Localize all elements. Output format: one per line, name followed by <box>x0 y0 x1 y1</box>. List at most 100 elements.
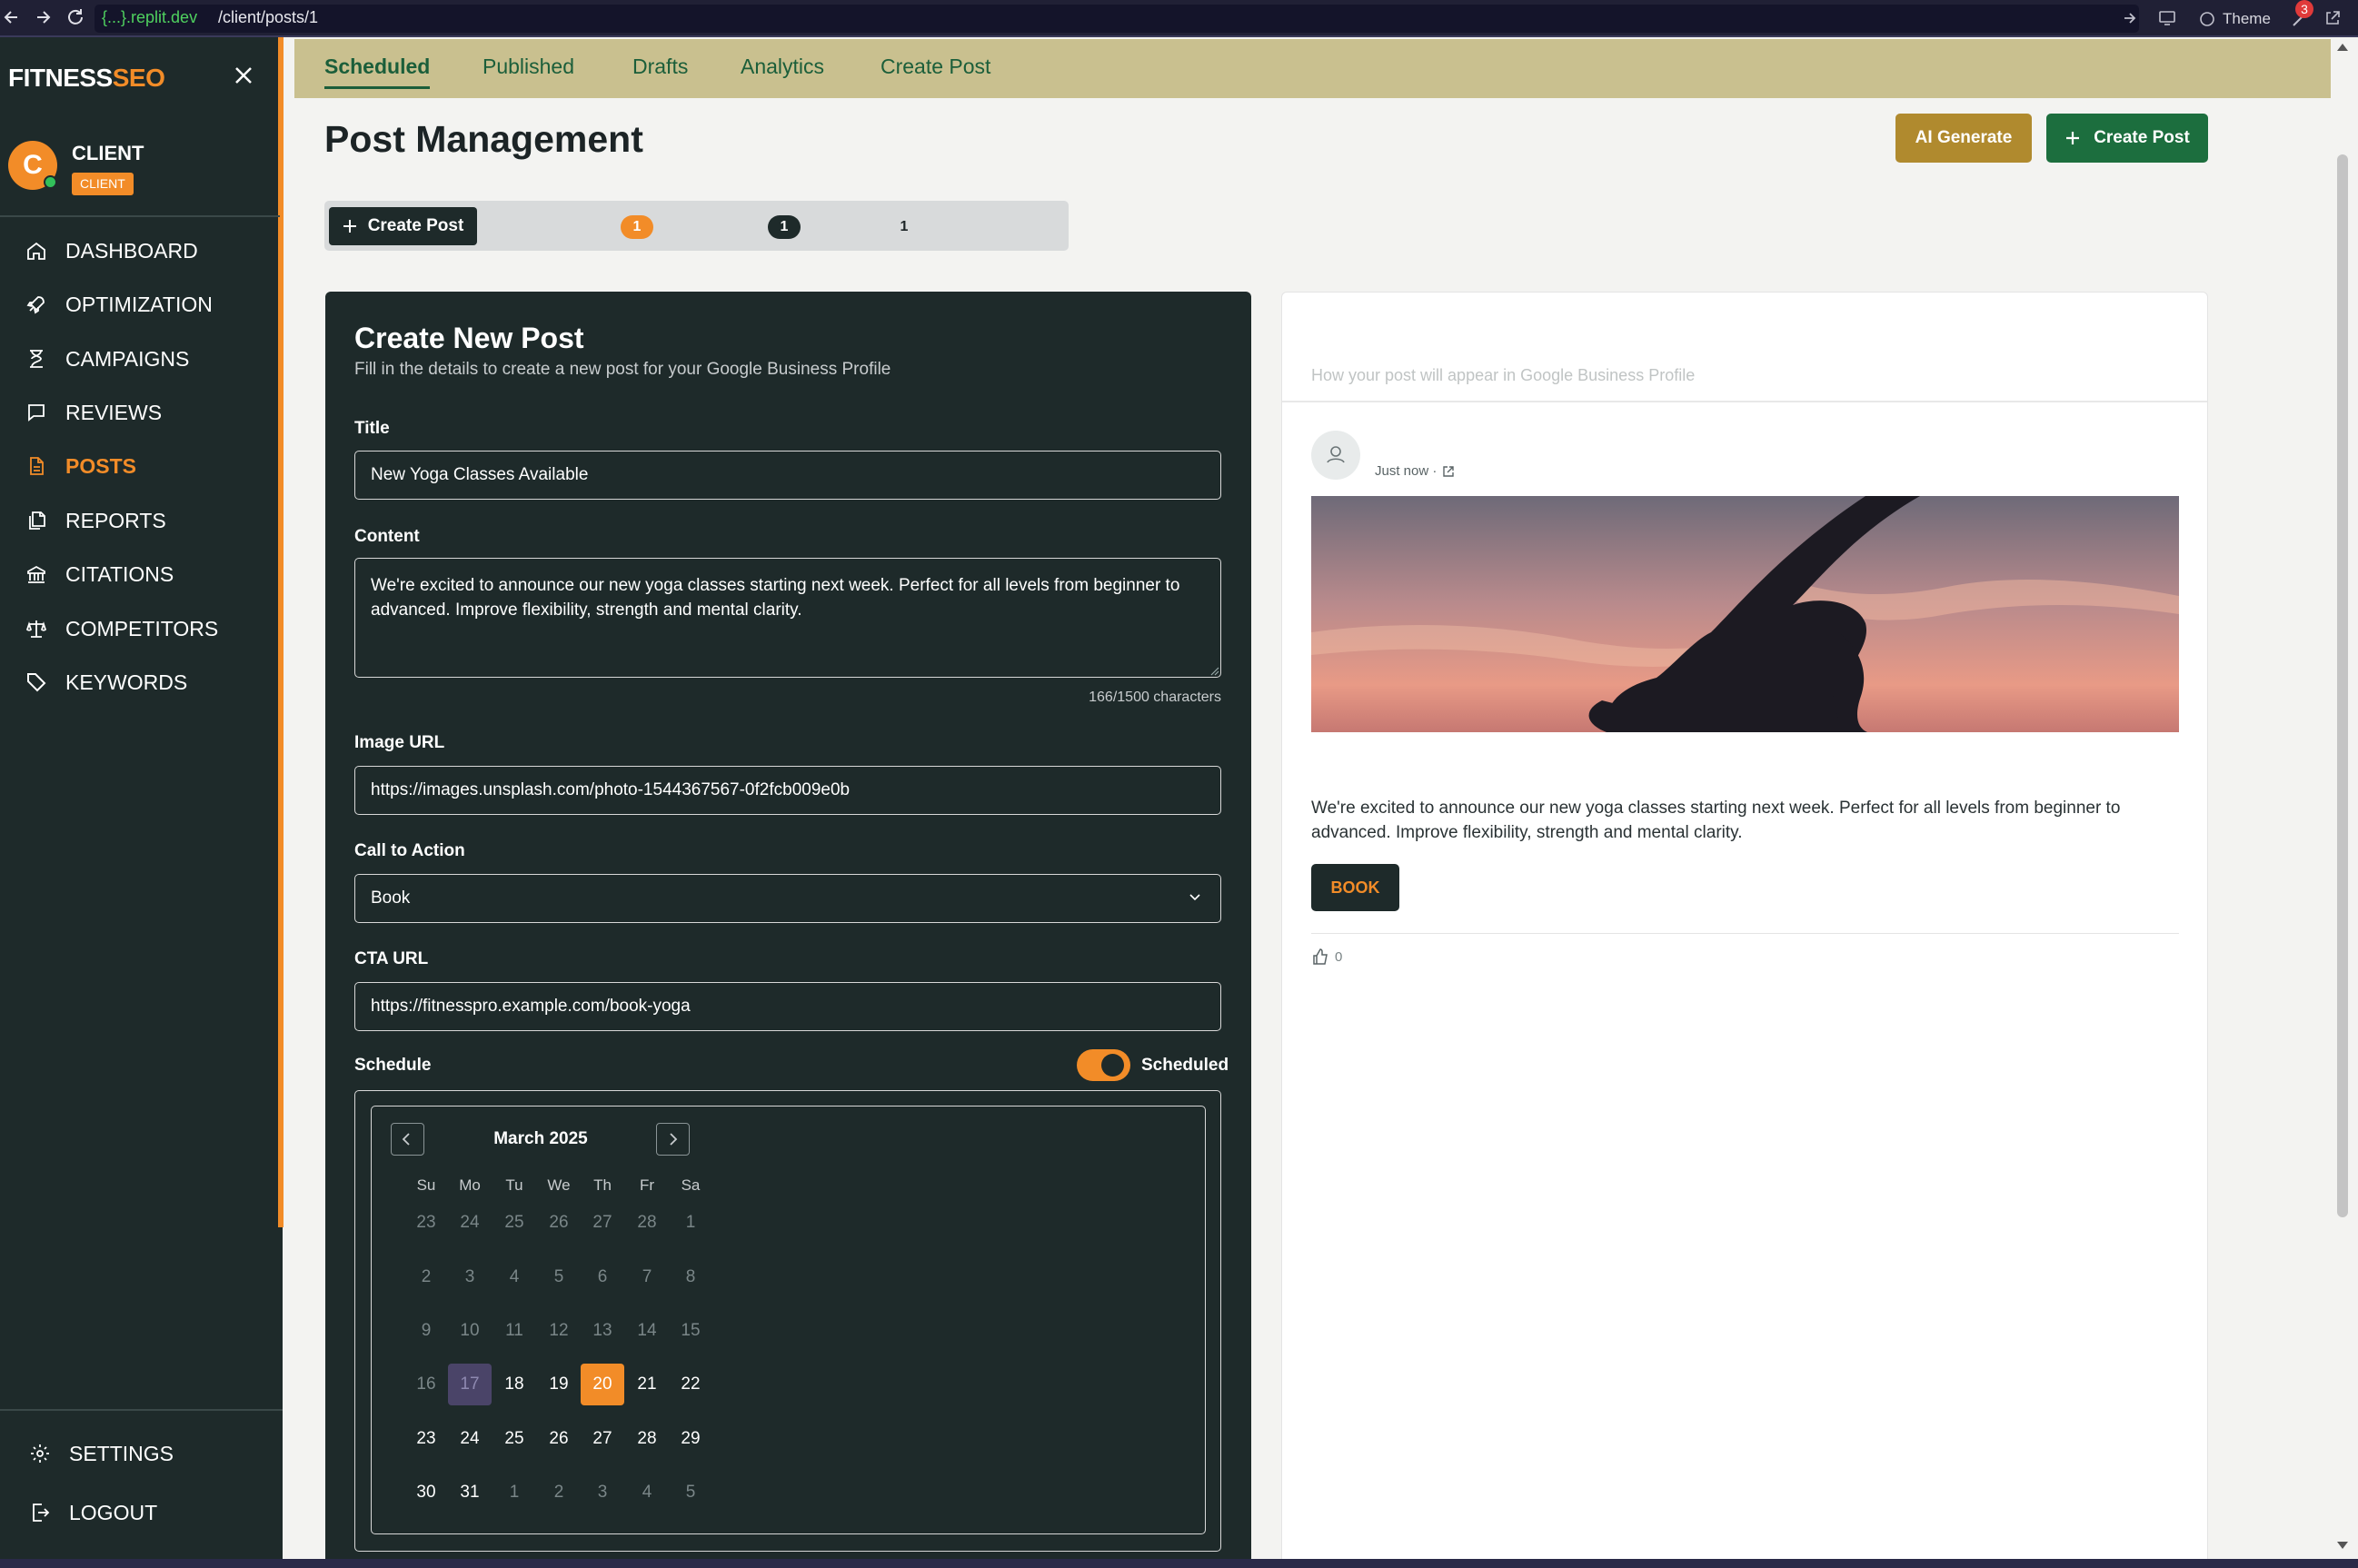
calendar-day[interactable]: 22 <box>669 1364 712 1405</box>
calendar-day[interactable]: 10 <box>448 1310 492 1352</box>
calendar-day[interactable]: 3 <box>448 1256 492 1298</box>
calendar-day[interactable]: 26 <box>537 1418 581 1460</box>
calendar-day[interactable]: 8 <box>669 1256 712 1298</box>
close-icon[interactable] <box>232 64 255 87</box>
calendar-day[interactable]: 13 <box>581 1310 624 1352</box>
tab-published[interactable]: Published <box>483 55 574 79</box>
image-url-input[interactable]: https://images.unsplash.com/photo-154436… <box>354 766 1221 815</box>
calendar-day[interactable]: 2 <box>404 1256 448 1298</box>
calendar-day[interactable]: 4 <box>625 1472 669 1513</box>
sidebar-item-logout[interactable]: LOGOUT <box>29 1494 157 1531</box>
sidebar-item-campaigns[interactable]: CAMPAIGNS <box>25 341 189 377</box>
post-tabs-bar <box>294 39 2331 98</box>
scroll-up-icon[interactable] <box>2335 42 2350 53</box>
external-link-icon[interactable] <box>1442 465 1455 478</box>
calendar-day[interactable]: 28 <box>625 1418 669 1460</box>
sidebar-item-label: KEYWORDS <box>65 670 188 694</box>
calendar-day[interactable]: 18 <box>492 1364 536 1405</box>
cta-select-value: Book <box>371 888 411 908</box>
tab-drafts[interactable]: Drafts <box>632 55 688 79</box>
calendar-day[interactable]: 23 <box>404 1418 448 1460</box>
calendar-day-today[interactable]: 17 <box>448 1364 492 1405</box>
form-subtitle: Fill in the details to create a new post… <box>354 360 891 379</box>
calendar-next-button[interactable] <box>656 1123 690 1156</box>
calendar-day[interactable]: 23 <box>404 1202 448 1244</box>
preview-cta-button[interactable]: BOOK <box>1311 864 1399 911</box>
sidebar-item-competitors[interactable]: COMPETITORS <box>25 610 218 647</box>
arrow-right-icon[interactable] <box>2123 10 2137 26</box>
calendar-day[interactable]: 1 <box>669 1202 712 1244</box>
subtab-create-post[interactable]: Create Post <box>329 207 477 245</box>
calendar-day[interactable]: 26 <box>537 1202 581 1244</box>
preview-content: We're excited to announce our new yoga c… <box>1311 799 2121 842</box>
calendar-day[interactable]: 5 <box>669 1472 712 1513</box>
tab-create-post[interactable]: Create Post <box>881 55 990 79</box>
calendar-day[interactable]: 2 <box>537 1472 581 1513</box>
subtab-count-badge[interactable]: 1 <box>888 215 920 239</box>
sidebar-item-reviews[interactable]: REVIEWS <box>25 394 162 431</box>
content-textarea[interactable]: We're excited to announce our new yoga c… <box>354 558 1221 678</box>
sidebar-item-dashboard[interactable]: DASHBOARD <box>25 233 198 269</box>
preview-timestamp: Just now · <box>1375 463 1455 479</box>
cta-select[interactable]: Book <box>354 874 1221 923</box>
calendar-day[interactable]: 14 <box>625 1310 669 1352</box>
gear-icon <box>29 1443 51 1464</box>
address-bar[interactable] <box>95 5 2139 33</box>
calendar-day[interactable]: 31 <box>448 1472 492 1513</box>
subtab-count-badge[interactable]: 1 <box>768 215 801 239</box>
calendar-day[interactable]: 19 <box>537 1364 581 1405</box>
calendar-day[interactable]: 24 <box>448 1202 492 1244</box>
preview-time-text: Just now · <box>1375 463 1438 479</box>
tab-analytics[interactable]: Analytics <box>741 55 824 79</box>
sidebar-item-optimization[interactable]: OPTIMIZATION <box>25 286 213 323</box>
calendar-day[interactable]: 15 <box>669 1310 712 1352</box>
calendar-day[interactable]: 7 <box>625 1256 669 1298</box>
sidebar-item-posts[interactable]: POSTS <box>25 448 136 484</box>
sidebar-item-reports[interactable]: REPORTS <box>25 502 166 539</box>
sidebar-item-citations[interactable]: CITATIONS <box>25 556 174 592</box>
theme-button[interactable]: Theme <box>2192 5 2280 32</box>
calendar-day[interactable]: 21 <box>625 1364 669 1405</box>
back-icon[interactable] <box>4 7 20 27</box>
calendar-day[interactable]: 25 <box>492 1202 536 1244</box>
cta-url-input[interactable]: https://fitnesspro.example.com/book-yoga <box>354 982 1221 1031</box>
create-post-button[interactable]: Create Post <box>2046 114 2208 163</box>
calendar-day[interactable]: 27 <box>581 1202 624 1244</box>
calendar-day[interactable]: 25 <box>492 1418 536 1460</box>
calendar-day[interactable]: 30 <box>404 1472 448 1513</box>
calendar-day-selected[interactable]: 20 <box>581 1364 624 1405</box>
external-icon[interactable] <box>2323 9 2342 27</box>
calendar-day[interactable]: 5 <box>537 1256 581 1298</box>
calendar-day[interactable]: 1 <box>492 1472 536 1513</box>
subtab-count-badge[interactable]: 1 <box>621 215 653 239</box>
resize-handle-icon[interactable] <box>1210 667 1219 676</box>
like-button[interactable]: 0 <box>1311 948 1342 966</box>
document-icon <box>25 455 47 477</box>
calendar-day[interactable]: 11 <box>492 1310 536 1352</box>
calendar-day[interactable]: 29 <box>669 1418 712 1460</box>
logo-text-seo: SEO <box>112 64 165 92</box>
devices-icon[interactable] <box>2158 9 2176 27</box>
calendar-day[interactable]: 6 <box>581 1256 624 1298</box>
forward-icon[interactable] <box>35 7 51 27</box>
calendar-day[interactable]: 9 <box>404 1310 448 1352</box>
sidebar-item-settings[interactable]: SETTINGS <box>29 1435 174 1472</box>
sidebar-item-label: SETTINGS <box>69 1441 174 1465</box>
calendar-day[interactable]: 12 <box>537 1310 581 1352</box>
tab-scheduled[interactable]: Scheduled <box>324 55 431 89</box>
calendar-day[interactable]: 28 <box>625 1202 669 1244</box>
ai-generate-button[interactable]: AI Generate <box>1895 114 2032 163</box>
scroll-down-icon[interactable] <box>2335 1540 2350 1551</box>
calendar-day[interactable]: 4 <box>492 1256 536 1298</box>
reload-icon[interactable] <box>65 7 85 27</box>
toggle-knob <box>1101 1054 1124 1077</box>
sidebar-item-keywords[interactable]: KEYWORDS <box>25 664 187 700</box>
calendar-day[interactable]: 3 <box>581 1472 624 1513</box>
calendar-prev-button[interactable] <box>391 1123 424 1156</box>
scrollbar-thumb[interactable] <box>2337 154 2348 1217</box>
app-logo[interactable]: FITNESSSEO <box>8 64 165 93</box>
calendar-day[interactable]: 16 <box>404 1364 448 1405</box>
calendar-day[interactable]: 27 <box>581 1418 624 1460</box>
calendar-day[interactable]: 24 <box>448 1418 492 1460</box>
title-input[interactable]: New Yoga Classes Available <box>354 451 1221 500</box>
